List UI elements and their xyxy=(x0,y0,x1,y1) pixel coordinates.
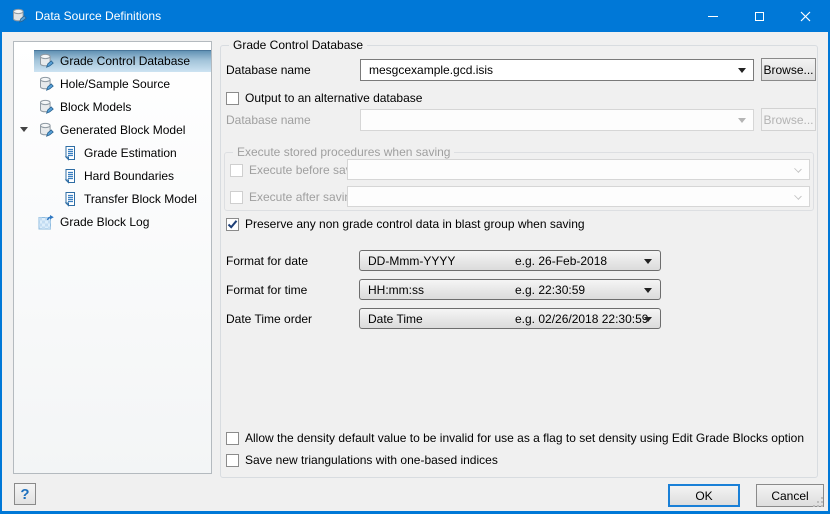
maximize-button[interactable] xyxy=(736,0,782,32)
maximize-icon xyxy=(755,12,764,21)
help-button[interactable]: ? xyxy=(14,483,36,505)
database-edit-icon xyxy=(38,122,54,138)
expander-down-icon[interactable] xyxy=(20,127,28,132)
database-edit-icon xyxy=(38,99,54,115)
tree-item-label: Grade Control Database xyxy=(60,54,190,68)
dialog-window: Data Source Definitions Grade Control Da… xyxy=(0,0,830,514)
chevron-down-icon xyxy=(794,165,802,173)
database-name-combobox[interactable]: mesgcexample.gcd.isis xyxy=(360,59,754,81)
format-for-date-value: DD-Mmm-YYYY xyxy=(368,254,455,268)
tree-row[interactable]: Transfer Block Model xyxy=(58,188,211,210)
database-name-value: mesgcexample.gcd.isis xyxy=(369,63,493,77)
tree-item-grade-control-database[interactable]: Grade Control Database xyxy=(14,49,211,72)
window-title: Data Source Definitions xyxy=(35,9,161,23)
tree-item-label: Generated Block Model xyxy=(60,123,185,137)
tree-item-block-models[interactable]: Block Models xyxy=(14,95,211,118)
alt-database-name-label: Database name xyxy=(226,113,311,128)
tree-row-selected[interactable]: Grade Control Database xyxy=(34,50,211,72)
format-for-time-value: HH:mm:ss xyxy=(368,283,424,297)
document-icon xyxy=(62,145,78,161)
format-for-date-example: e.g. 26-Feb-2018 xyxy=(515,254,607,268)
resize-grip[interactable] xyxy=(811,495,825,509)
chevron-down-icon[interactable] xyxy=(644,288,652,293)
execute-after-saving-label: Execute after saving xyxy=(249,190,358,205)
document-icon xyxy=(62,168,78,184)
checkmark-icon xyxy=(227,219,238,230)
alt-database-name-combobox xyxy=(360,109,754,131)
date-time-order-dropdown[interactable]: Date Time e.g. 02/26/2018 22:30:59 xyxy=(359,308,661,329)
tree-row[interactable]: Grade Estimation xyxy=(58,142,211,164)
database-name-label: Database name xyxy=(226,63,311,78)
chevron-down-icon xyxy=(794,192,802,200)
execute-after-saving-checkbox xyxy=(230,191,243,204)
alt-browse-button: Browse... xyxy=(761,108,816,131)
preserve-data-checkbox[interactable] xyxy=(226,218,239,231)
execute-before-saving-checkbox xyxy=(230,164,243,177)
alt-database-checkbox-label[interactable]: Output to an alternative database xyxy=(245,91,422,106)
tree-gutter xyxy=(14,127,34,132)
one-based-indices-checkbox[interactable] xyxy=(226,454,239,467)
document-icon xyxy=(62,191,78,207)
ok-button[interactable]: OK xyxy=(668,484,740,507)
tree-item-hard-boundaries[interactable]: Hard Boundaries xyxy=(14,164,211,187)
tree-row[interactable]: Block Models xyxy=(34,96,211,118)
tree-row[interactable]: Hole/Sample Source xyxy=(34,73,211,95)
date-time-order-value: Date Time xyxy=(368,312,423,326)
execute-before-saving-combobox xyxy=(347,159,810,180)
chevron-down-icon[interactable] xyxy=(738,68,746,73)
date-time-order-example: e.g. 02/26/2018 22:30:59 xyxy=(515,312,648,326)
tree-item-grade-estimation[interactable]: Grade Estimation xyxy=(14,141,211,164)
format-for-time-example: e.g. 22:30:59 xyxy=(515,283,585,297)
format-for-time-label: Format for time xyxy=(226,283,307,298)
one-based-indices-checkbox-label[interactable]: Save new triangulations with one-based i… xyxy=(245,453,498,468)
tree-item-label: Grade Block Log xyxy=(60,215,149,229)
tree-row[interactable]: Grade Block Log xyxy=(34,211,211,233)
date-time-order-label: Date Time order xyxy=(226,312,312,327)
tree-item-grade-block-log[interactable]: Grade Block Log xyxy=(14,210,211,233)
preserve-data-checkbox-label[interactable]: Preserve any non grade control data in b… xyxy=(245,217,585,232)
tree-item-label: Hole/Sample Source xyxy=(60,77,170,91)
density-flag-checkbox-label[interactable]: Allow the density default value to be in… xyxy=(245,431,804,446)
minimize-button[interactable] xyxy=(690,0,736,32)
tree-row[interactable]: Generated Block Model xyxy=(34,119,211,141)
group-title: Grade Control Database xyxy=(229,38,367,53)
chevron-down-icon[interactable] xyxy=(644,317,652,322)
stored-procedures-group-title: Execute stored procedures when saving xyxy=(233,145,454,160)
chevron-down-icon xyxy=(738,118,746,123)
density-flag-checkbox[interactable] xyxy=(226,432,239,445)
database-edit-icon xyxy=(38,53,54,69)
tree-item-label: Grade Estimation xyxy=(84,146,177,160)
close-icon xyxy=(800,11,811,22)
tree-item-label: Hard Boundaries xyxy=(84,169,174,183)
alt-database-checkbox[interactable] xyxy=(226,92,239,105)
database-edit-icon xyxy=(11,8,27,24)
close-button[interactable] xyxy=(782,0,828,32)
tree-item-hole-sample-source[interactable]: Hole/Sample Source xyxy=(14,72,211,95)
format-for-time-dropdown[interactable]: HH:mm:ss e.g. 22:30:59 xyxy=(359,279,661,300)
data-source-tree: Grade Control Database Hole/Sample Sourc… xyxy=(13,41,212,474)
tree-row[interactable]: Hard Boundaries xyxy=(58,165,211,187)
execute-after-saving-combobox xyxy=(347,186,810,207)
minimize-icon xyxy=(708,16,718,17)
format-for-date-label: Format for date xyxy=(226,254,308,269)
browse-button[interactable]: Browse... xyxy=(761,58,816,81)
tree-item-transfer-block-model[interactable]: Transfer Block Model xyxy=(14,187,211,210)
chevron-down-icon[interactable] xyxy=(644,259,652,264)
format-for-date-dropdown[interactable]: DD-Mmm-YYYY e.g. 26-Feb-2018 xyxy=(359,250,661,271)
grid-log-icon xyxy=(38,214,54,230)
title-bar[interactable]: Data Source Definitions xyxy=(2,0,828,32)
tree-item-generated-block-model[interactable]: Generated Block Model xyxy=(14,118,211,141)
tree-item-label: Transfer Block Model xyxy=(84,192,197,206)
tree-item-label: Block Models xyxy=(60,100,131,114)
database-edit-icon xyxy=(38,76,54,92)
